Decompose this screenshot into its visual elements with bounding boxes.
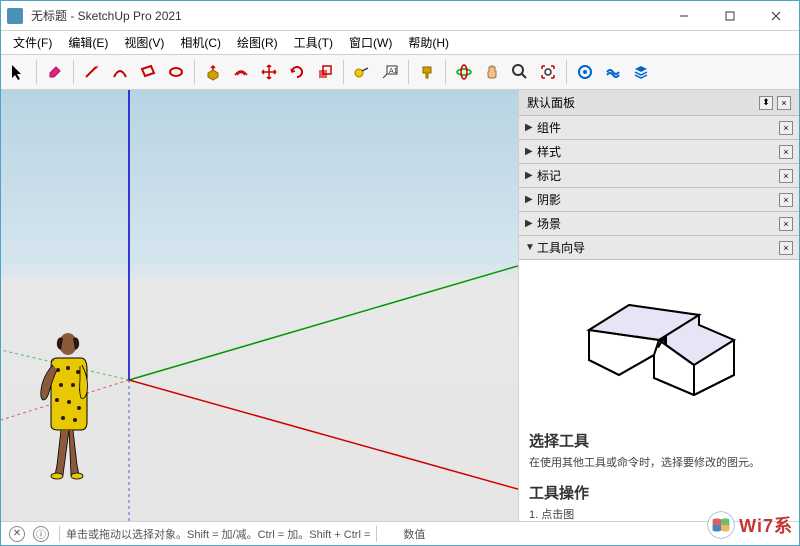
section-instructor[interactable]: ▼工具向导× — [519, 236, 799, 260]
paint-tool-button[interactable] — [414, 59, 440, 85]
maximize-button[interactable] — [707, 1, 753, 31]
menu-camera[interactable]: 相机(C) — [172, 32, 229, 53]
menu-draw[interactable]: 绘图(R) — [229, 32, 286, 53]
section-close-icon[interactable]: × — [779, 241, 793, 255]
section-shadows[interactable]: ▶阴影× — [519, 188, 799, 212]
offset-tool-button[interactable] — [228, 59, 254, 85]
pushpull-tool-button[interactable] — [200, 59, 226, 85]
instructor-op-description: 1. 点击图 — [529, 507, 789, 522]
arc-tool-button[interactable] — [107, 59, 133, 85]
zoom-tool-button[interactable] — [507, 59, 533, 85]
section-styles[interactable]: ▶样式× — [519, 140, 799, 164]
close-button[interactable] — [753, 1, 799, 31]
section-close-icon[interactable]: × — [779, 145, 793, 159]
menu-help[interactable]: 帮助(H) — [400, 32, 457, 53]
toolbar: A1 — [1, 55, 799, 90]
section-label: 标记 — [537, 167, 779, 184]
menu-view[interactable]: 视图(V) — [116, 32, 172, 53]
section-label: 阴影 — [537, 191, 779, 208]
chevron-right-icon: ▶ — [525, 218, 537, 229]
instructor-illustration — [559, 280, 759, 410]
tape-tool-button[interactable] — [349, 59, 375, 85]
status-hint: 单击或拖动以选择对象。Shift = 加/减。Ctrl = 加。Shift + … — [66, 526, 370, 542]
chevron-right-icon: ▶ — [525, 122, 537, 133]
section-close-icon[interactable]: × — [779, 169, 793, 183]
menu-tools[interactable]: 工具(T) — [286, 32, 341, 53]
tray-close-icon[interactable]: × — [777, 96, 791, 110]
instructor-op-heading: 工具操作 — [529, 482, 789, 503]
section-tags[interactable]: ▶标记× — [519, 164, 799, 188]
orbit-tool-button[interactable] — [451, 59, 477, 85]
credits-icon[interactable]: ⓘ — [33, 526, 49, 542]
measurement-label: 数值 — [403, 526, 425, 542]
section-scenes[interactable]: ▶场景× — [519, 212, 799, 236]
menu-file[interactable]: 文件(F) — [5, 32, 60, 53]
eraser-tool-button[interactable] — [42, 59, 68, 85]
text-tool-button[interactable]: A1 — [377, 59, 403, 85]
svg-text:A1: A1 — [389, 68, 398, 75]
scale-tool-button[interactable] — [312, 59, 338, 85]
geolocation-icon[interactable]: ✕ — [9, 526, 25, 542]
default-tray: 默认面板 ⬍ × ▶组件× ▶样式× ▶标记× ▶阴影× ▶场景× ▼工具向导×… — [519, 90, 799, 521]
tray-title: 默认面板 — [527, 94, 755, 111]
menu-edit[interactable]: 编辑(E) — [60, 32, 116, 53]
move-tool-button[interactable] — [256, 59, 282, 85]
section-label: 工具向导 — [537, 239, 779, 256]
titlebar: 无标题 - SketchUp Pro 2021 — [1, 1, 799, 31]
viewport[interactable] — [1, 90, 519, 521]
circle-tool-button[interactable] — [163, 59, 189, 85]
select-tool-button[interactable] — [5, 59, 31, 85]
window-title: 无标题 - SketchUp Pro 2021 — [29, 7, 661, 24]
pan-tool-button[interactable] — [479, 59, 505, 85]
rotate-tool-button[interactable] — [284, 59, 310, 85]
tray-pin-icon[interactable]: ⬍ — [759, 96, 773, 110]
scale-figure — [33, 330, 103, 485]
zoom-extents-button[interactable] — [535, 59, 561, 85]
instructor-heading: 选择工具 — [529, 430, 789, 451]
app-icon — [7, 8, 23, 24]
section-close-icon[interactable]: × — [779, 217, 793, 231]
section-components[interactable]: ▶组件× — [519, 116, 799, 140]
instructor-description: 在使用其他工具或命令时，选择要修改的图元。 — [529, 455, 789, 472]
instructor-content: 选择工具 在使用其他工具或命令时，选择要修改的图元。 工具操作 1. 点击图 — [519, 260, 799, 521]
section-close-icon[interactable]: × — [779, 121, 793, 135]
chevron-right-icon: ▶ — [525, 146, 537, 157]
section-close-icon[interactable]: × — [779, 193, 793, 207]
extension-button[interactable] — [600, 59, 626, 85]
rectangle-tool-button[interactable] — [135, 59, 161, 85]
section-label: 场景 — [537, 215, 779, 232]
minimize-button[interactable] — [661, 1, 707, 31]
section-label: 组件 — [537, 119, 779, 136]
line-tool-button[interactable] — [79, 59, 105, 85]
menu-window[interactable]: 窗口(W) — [341, 32, 400, 53]
statusbar: ✕ ⓘ 单击或拖动以选择对象。Shift = 加/减。Ctrl = 加。Shif… — [1, 521, 799, 545]
chevron-right-icon: ▶ — [525, 194, 537, 205]
chevron-right-icon: ▶ — [525, 170, 537, 181]
section-label: 样式 — [537, 143, 779, 160]
warehouse-button[interactable] — [572, 59, 598, 85]
menubar: 文件(F) 编辑(E) 视图(V) 相机(C) 绘图(R) 工具(T) 窗口(W… — [1, 31, 799, 55]
layers-button[interactable] — [628, 59, 654, 85]
chevron-down-icon: ▼ — [525, 242, 537, 253]
tray-header[interactable]: 默认面板 ⬍ × — [519, 90, 799, 116]
